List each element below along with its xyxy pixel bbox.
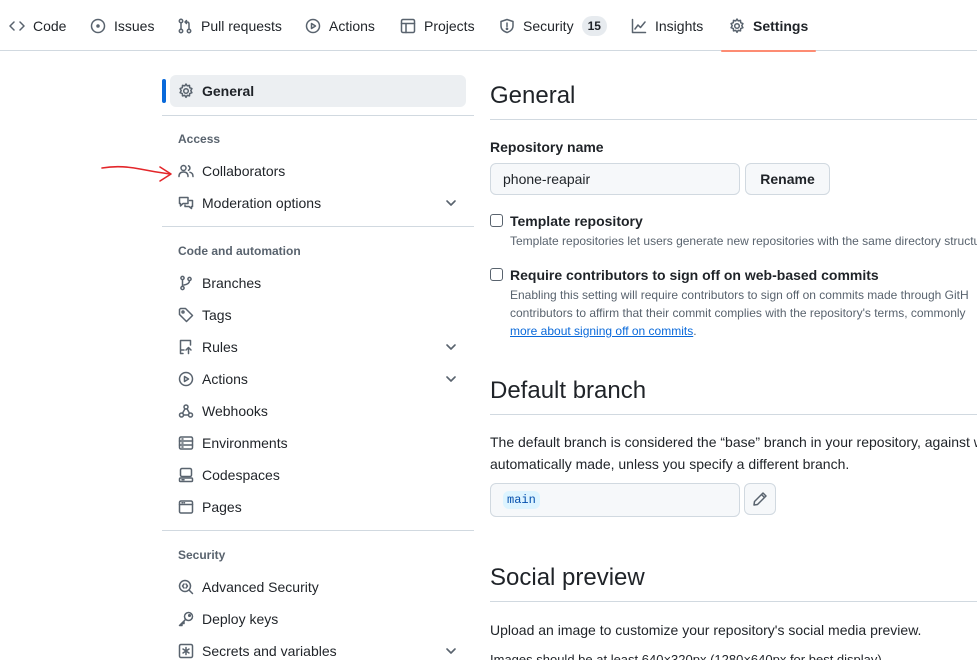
tab-issues[interactable]: Issues <box>90 0 154 51</box>
security-count-badge: 15 <box>581 15 607 36</box>
rename-button[interactable]: Rename <box>745 163 830 195</box>
sidebar-item-advanced-security[interactable]: Advanced Security <box>170 571 466 603</box>
codescan-icon <box>178 579 194 595</box>
selected-indicator <box>162 79 166 103</box>
gear-icon <box>179 83 193 99</box>
default-branch-description-line-1: The default branch is considered the “ba… <box>490 434 977 450</box>
people-icon <box>178 164 194 178</box>
tab-settings[interactable]: Settings <box>720 0 817 52</box>
signoff-title: Require contributors to sign off on web-… <box>510 267 879 283</box>
template-repository-description: Template repositories let users generate… <box>510 234 977 248</box>
social-preview-size-hint: Images should be at least 640×320px (128… <box>490 652 886 660</box>
sidebar-item-label: Advanced Security <box>202 579 319 595</box>
git-branch-icon <box>180 275 192 291</box>
repository-name-input[interactable]: phone-reapair <box>490 163 740 195</box>
divider <box>162 530 474 531</box>
code-icon <box>9 20 25 31</box>
chevron-down-icon[interactable] <box>444 340 458 354</box>
default-branch-title: Default branch <box>490 377 647 404</box>
repository-name-value: phone-reapair <box>503 171 591 187</box>
sidebar-item-label: Codespaces <box>202 467 280 483</box>
browser-icon <box>178 500 194 514</box>
social-preview-description: Upload an image to customize your reposi… <box>490 622 922 638</box>
divider <box>490 119 977 120</box>
chevron-down-icon[interactable] <box>444 196 458 210</box>
sidebar-item-tags[interactable]: Tags <box>170 299 466 331</box>
template-repository-title: Template repository <box>510 213 643 229</box>
sidebar-item-codespaces[interactable]: Codespaces <box>170 459 466 491</box>
sidebar-item-branches[interactable]: Branches <box>170 267 466 299</box>
signoff-learn-more-link[interactable]: more about signing off on commits <box>510 324 693 338</box>
sidebar-item-label: Pages <box>202 499 242 515</box>
section-heading-security: Security <box>178 548 226 562</box>
signoff-checkbox[interactable] <box>490 268 503 281</box>
server-icon <box>178 436 194 450</box>
chevron-down-icon[interactable] <box>444 644 458 658</box>
section-heading-access: Access <box>178 132 221 146</box>
tab-projects[interactable]: Projects <box>400 0 475 51</box>
section-heading-code-automation: Code and automation <box>178 244 301 258</box>
annotation-arrow <box>101 165 172 182</box>
sidebar-item-actions[interactable]: Actions <box>170 363 466 395</box>
default-branch-field: main <box>490 483 740 517</box>
sidebar-item-secrets[interactable]: Secrets and variables <box>170 635 466 660</box>
sidebar-item-collaborators[interactable]: Collaborators <box>170 155 466 187</box>
sidebar-item-environments[interactable]: Environments <box>170 427 466 459</box>
sidebar-item-deploy-keys[interactable]: Deploy keys <box>170 603 466 635</box>
codespaces-icon <box>178 467 194 483</box>
tag-icon <box>178 307 194 323</box>
chevron-down-icon[interactable] <box>444 372 458 386</box>
asterisk-icon <box>178 643 194 659</box>
sidebar-item-label: Collaborators <box>202 163 286 179</box>
play-icon <box>305 18 321 33</box>
repo-push-icon <box>179 339 192 355</box>
sidebar-item-label: Secrets and variables <box>202 643 337 659</box>
page-title: General <box>490 82 576 109</box>
sidebar-item-general[interactable]: General <box>170 75 466 107</box>
sidebar-item-label: Tags <box>202 307 232 323</box>
signoff-description-line-2: contributors to affirm that their commit… <box>510 306 966 320</box>
table-icon <box>400 18 416 33</box>
default-branch-name: main <box>503 491 540 509</box>
comment-discussion-icon <box>178 196 194 210</box>
repository-name-label: Repository name <box>490 139 604 155</box>
tab-pull-requests[interactable]: Pull requests <box>177 0 282 51</box>
pencil-icon <box>753 492 767 506</box>
signoff-description-line-1: Enabling this setting will require contr… <box>510 288 969 302</box>
key-icon <box>178 611 194 627</box>
tab-code[interactable]: Code <box>9 0 66 51</box>
edit-default-branch-button[interactable] <box>744 483 776 515</box>
gear-icon <box>730 17 744 33</box>
default-branch-description-line-2: automatically made, unless you specify a… <box>490 456 850 472</box>
signoff-description-line-3: more about signing off on commits. <box>510 324 697 338</box>
pull-request-icon <box>178 18 192 33</box>
divider <box>490 601 977 602</box>
repo-nav: Code Issues Pull requests Actions Projec… <box>0 0 977 52</box>
graph-icon <box>631 18 647 33</box>
sidebar-item-label: Moderation options <box>202 195 322 211</box>
sidebar-item-label: General <box>202 83 255 99</box>
sidebar-item-label: Actions <box>202 371 248 387</box>
tab-security[interactable]: Security 15 <box>499 0 607 51</box>
template-repository-checkbox[interactable] <box>490 214 503 227</box>
sidebar-item-label: Environments <box>202 435 288 451</box>
sidebar-item-moderation[interactable]: Moderation options <box>170 187 466 219</box>
divider <box>162 226 474 227</box>
tab-actions[interactable]: Actions <box>305 0 375 51</box>
shield-icon <box>500 18 514 33</box>
social-preview-title: Social preview <box>490 564 645 591</box>
divider <box>490 414 977 415</box>
divider <box>162 115 474 116</box>
sidebar-item-label: Deploy keys <box>202 611 279 627</box>
play-icon <box>178 371 194 387</box>
sidebar-item-webhooks[interactable]: Webhooks <box>170 395 466 427</box>
tab-insights[interactable]: Insights <box>631 0 703 51</box>
sidebar-item-label: Rules <box>202 339 238 355</box>
sidebar-item-pages[interactable]: Pages <box>170 491 466 523</box>
issue-icon <box>90 18 106 33</box>
sidebar-item-label: Branches <box>202 275 262 291</box>
sidebar-item-label: Webhooks <box>202 403 268 419</box>
webhook-icon <box>178 404 194 418</box>
sidebar-item-rules[interactable]: Rules <box>170 331 466 363</box>
